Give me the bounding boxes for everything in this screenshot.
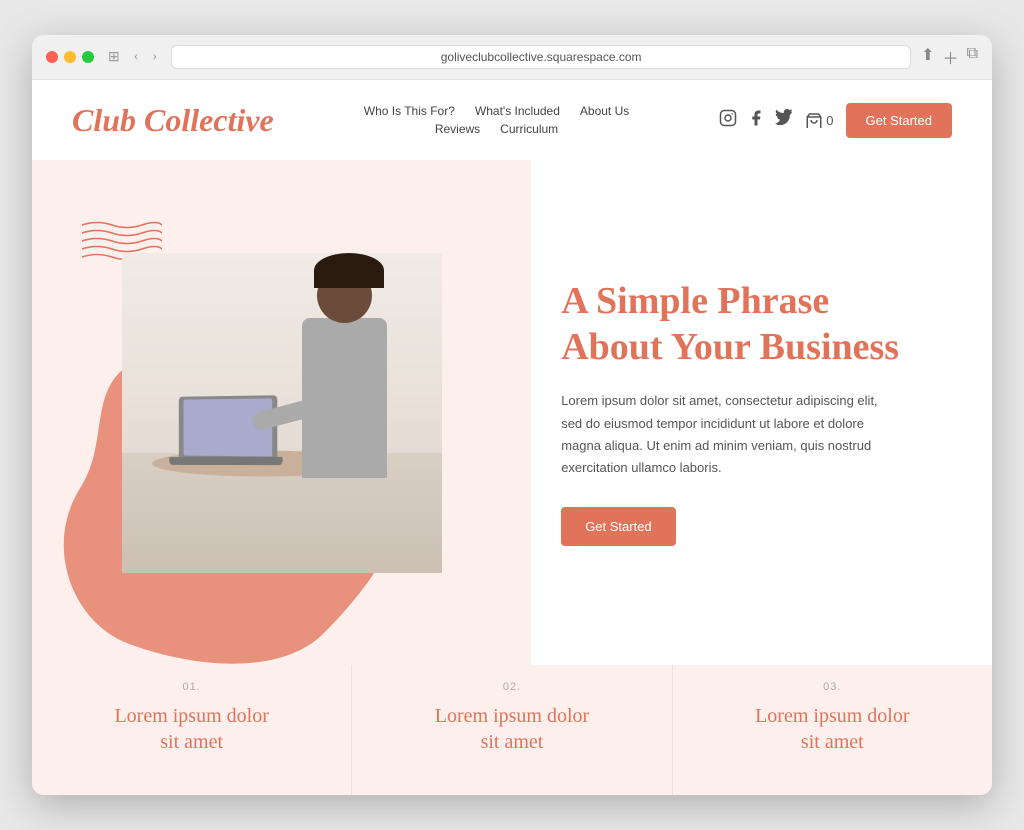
tabs-icon[interactable]: ⧉	[967, 45, 978, 69]
close-button[interactable]	[46, 51, 58, 63]
photo-scene	[122, 253, 442, 573]
feature-number-3: 03.	[823, 681, 841, 693]
browser-controls: ⊞ ‹ ›	[104, 47, 161, 68]
share-icon[interactable]: ⬆	[921, 45, 934, 69]
nav-whats-included[interactable]: What's Included	[475, 104, 560, 118]
nav-who-is-this-for[interactable]: Who Is This For?	[364, 104, 455, 118]
hero-body-text: Lorem ipsum dolor sit amet, consectetur …	[561, 390, 881, 478]
feature-title-1: Lorem ipsum dolor sit amet	[114, 703, 268, 755]
nav-row-1: Who Is This For? What's Included About U…	[364, 104, 630, 118]
traffic-lights	[46, 51, 94, 63]
nav-reviews[interactable]: Reviews	[435, 122, 480, 136]
site-logo: Club Collective	[72, 102, 274, 139]
feature-title-3: Lorem ipsum dolor sit amet	[755, 703, 909, 755]
hero-cta-button[interactable]: Get Started	[561, 507, 675, 546]
instagram-icon[interactable]	[719, 109, 737, 132]
maximize-button[interactable]	[82, 51, 94, 63]
twitter-icon[interactable]	[775, 109, 793, 132]
feature-title-2: Lorem ipsum dolor sit amet	[435, 703, 589, 755]
nav-curriculum[interactable]: Curriculum	[500, 122, 558, 136]
feature-item-3: 03. Lorem ipsum dolor sit amet	[673, 665, 992, 795]
nav-row-2: Reviews Curriculum	[435, 122, 558, 136]
hero-headline: A Simple Phrase About Your Business	[561, 279, 952, 370]
hero-right: A Simple Phrase About Your Business Lore…	[531, 160, 992, 665]
hero-left	[32, 160, 531, 665]
feature-number-2: 02.	[503, 681, 521, 693]
sidebar-toggle-icon[interactable]: ⊞	[104, 47, 124, 68]
forward-button[interactable]: ›	[148, 47, 161, 67]
feature-item-1: 01. Lorem ipsum dolor sit amet	[32, 665, 352, 795]
browser-window: ⊞ ‹ › goliveclubcollective.squarespace.c…	[32, 35, 992, 795]
social-icons	[719, 109, 793, 132]
hero-image	[122, 253, 442, 573]
hero-section: A Simple Phrase About Your Business Lore…	[32, 160, 992, 665]
back-button[interactable]: ‹	[130, 47, 143, 67]
site-nav: Who Is This For? What's Included About U…	[364, 104, 630, 136]
facebook-icon[interactable]	[747, 109, 765, 132]
minimize-button[interactable]	[64, 51, 76, 63]
browser-actions: ⬆ ＋ ⧉	[921, 45, 978, 69]
nav-about-us[interactable]: About Us	[580, 104, 629, 118]
feature-item-2: 02. Lorem ipsum dolor sit amet	[352, 665, 672, 795]
header-right: 0 Get Started	[719, 103, 952, 138]
feature-number-1: 01.	[183, 681, 201, 693]
address-bar[interactable]: goliveclubcollective.squarespace.com	[171, 45, 911, 69]
new-tab-icon[interactable]: ＋	[943, 45, 959, 69]
cart-count: 0	[826, 113, 833, 128]
site-header: Club Collective Who Is This For? What's …	[32, 80, 992, 160]
browser-chrome: ⊞ ‹ › goliveclubcollective.squarespace.c…	[32, 35, 992, 80]
features-section: 01. Lorem ipsum dolor sit amet 02. Lorem…	[32, 665, 992, 795]
website: Club Collective Who Is This For? What's …	[32, 80, 992, 795]
header-cta-button[interactable]: Get Started	[846, 103, 952, 138]
cart-icon[interactable]: 0	[805, 112, 833, 128]
